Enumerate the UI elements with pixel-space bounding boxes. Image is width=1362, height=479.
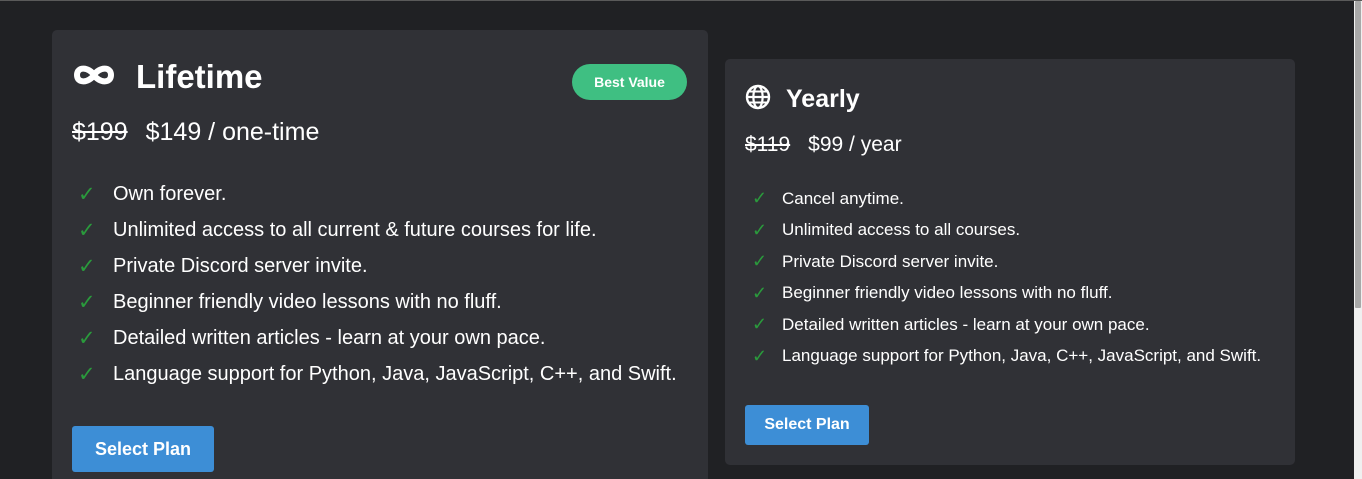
plan-header: Yearly — [745, 84, 860, 115]
feature-text: Unlimited access to all current & future… — [113, 218, 597, 241]
feature-item: ✓ Private Discord server invite. — [752, 246, 1261, 278]
checkmark-icon: ✓ — [78, 254, 96, 278]
plan-card-lifetime: Lifetime Best Value $199 $149 / one-time… — [52, 30, 708, 479]
feature-list: ✓ Own forever. ✓ Unlimited access to all c… — [78, 176, 677, 392]
feature-text: Private Discord server invite. — [113, 254, 368, 277]
feature-item: ✓ Beginner friendly video lessons with no… — [78, 284, 677, 320]
pricing-page: Lifetime Best Value $199 $149 / one-time… — [0, 0, 1362, 479]
price-row: $199 $149 / one-time — [72, 118, 319, 147]
feature-item: ✓ Cancel anytime. — [752, 183, 1261, 215]
feature-item: ✓ Language support for Python, Java, Java… — [78, 356, 677, 392]
feature-item: ✓ Unlimited access to all courses. — [752, 215, 1261, 247]
feature-list: ✓ Cancel anytime. ✓ Unlimited access to al… — [752, 183, 1261, 372]
plan-header: Lifetime — [72, 58, 263, 96]
plan-title: Yearly — [786, 85, 860, 113]
select-plan-button[interactable]: Select Plan — [72, 426, 214, 472]
checkmark-icon: ✓ — [78, 182, 96, 206]
plan-title: Lifetime — [136, 58, 263, 95]
checkmark-icon: ✓ — [78, 326, 96, 350]
original-price: $199 — [72, 118, 128, 146]
feature-item: ✓ Private Discord server invite. — [78, 248, 677, 284]
feature-text: Detailed written articles - learn at you… — [113, 326, 546, 349]
current-price: $99 / year — [808, 133, 902, 156]
feature-item: ✓ Unlimited access to all current & futur… — [78, 212, 677, 248]
feature-item: ✓ Beginner friendly video lessons with no… — [752, 278, 1261, 310]
checkmark-icon: ✓ — [78, 290, 96, 314]
vertical-scrollbar[interactable] — [1354, 1, 1362, 479]
feature-text: Detailed written articles - learn at you… — [782, 314, 1150, 334]
feature-item: ✓ Own forever. — [78, 176, 677, 212]
current-price: $149 / one-time — [145, 118, 320, 146]
feature-text: Own forever. — [113, 182, 227, 205]
checkmark-icon: ✓ — [752, 219, 768, 240]
feature-text: Beginner friendly video lessons with no … — [113, 290, 502, 313]
best-value-badge: Best Value — [572, 64, 687, 100]
checkmark-icon: ✓ — [752, 188, 768, 209]
checkmark-icon: ✓ — [752, 251, 768, 272]
select-plan-button[interactable]: Select Plan — [745, 405, 869, 445]
infinity-icon — [72, 63, 116, 92]
feature-text: Language support for Python, Java, C++, … — [782, 346, 1262, 366]
scrollbar-thumb[interactable] — [1355, 1, 1361, 308]
checkmark-icon: ✓ — [78, 218, 96, 242]
feature-item: ✓ Detailed written articles - learn at yo… — [752, 309, 1261, 341]
feature-item: ✓ Language support for Python, Java, C++,… — [752, 341, 1261, 373]
feature-text: Cancel anytime. — [782, 188, 904, 208]
feature-text: Unlimited access to all courses. — [782, 220, 1021, 240]
plan-card-yearly: Yearly $119 $99 / year ✓ Cancel anytime. … — [725, 59, 1295, 465]
globe-icon — [745, 84, 771, 115]
feature-item: ✓ Detailed written articles - learn at yo… — [78, 320, 677, 356]
checkmark-icon: ✓ — [752, 314, 768, 335]
feature-text: Language support for Python, Java, JavaS… — [113, 362, 677, 385]
feature-text: Beginner friendly video lessons with no … — [782, 283, 1113, 303]
original-price: $119 — [745, 133, 791, 156]
feature-text: Private Discord server invite. — [782, 251, 999, 271]
price-row: $119 $99 / year — [745, 133, 902, 157]
checkmark-icon: ✓ — [78, 362, 96, 386]
checkmark-icon: ✓ — [752, 282, 768, 303]
checkmark-icon: ✓ — [752, 345, 768, 366]
